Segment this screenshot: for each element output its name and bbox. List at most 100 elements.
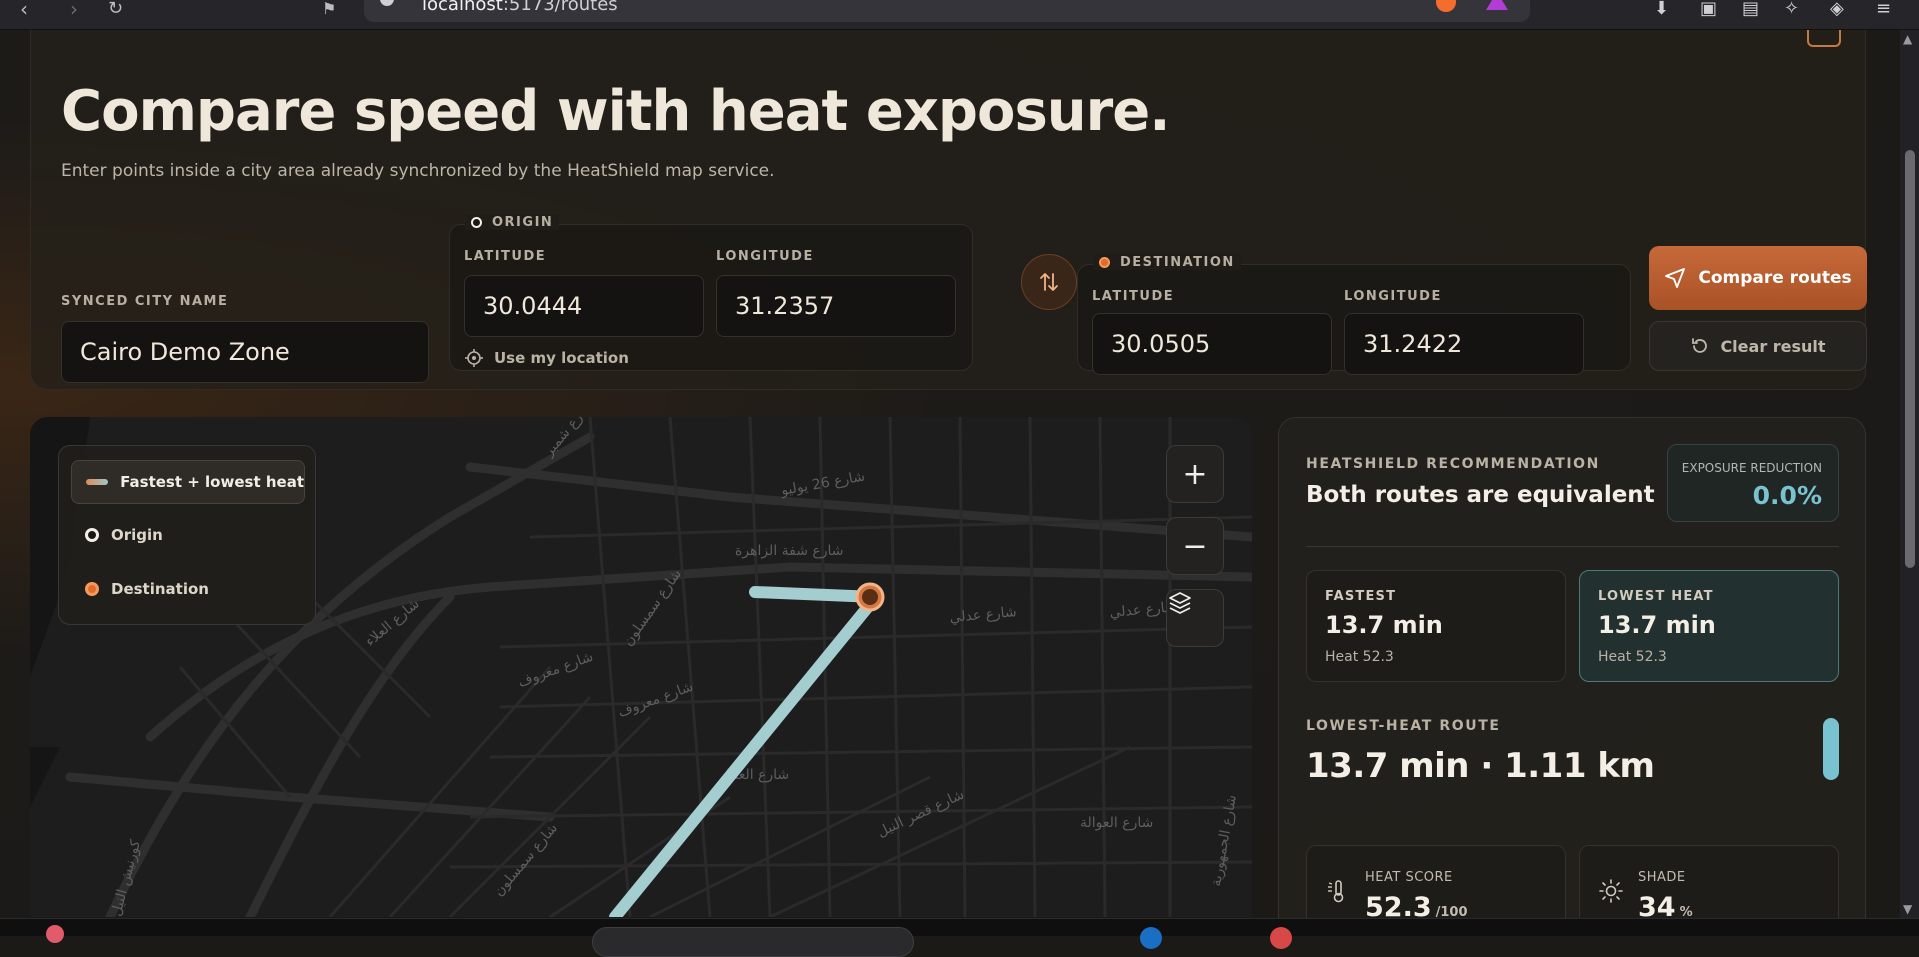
- minus-icon: −: [1182, 528, 1208, 564]
- origin-dot-icon: [471, 217, 482, 228]
- rewards-icon[interactable]: [1486, 0, 1508, 10]
- origin-lon-label: LONGITUDE: [716, 249, 814, 264]
- origin-lon-input[interactable]: 31.2357: [716, 275, 956, 337]
- taskbar-app-icon[interactable]: [1270, 927, 1292, 949]
- extensions-icon[interactable]: ✧: [1784, 0, 1799, 19]
- scroll-thumb[interactable]: [1905, 150, 1915, 568]
- dest-lat-label: LATITUDE: [1092, 289, 1175, 304]
- legend-origin-row: Origin: [85, 526, 163, 544]
- reduction-label: EXPOSURE REDUCTION: [1681, 461, 1822, 475]
- fastest-heat: Heat 52.3: [1325, 649, 1394, 665]
- swap-vertical-icon: [1040, 273, 1058, 291]
- lowest-heat-score: Heat 52.3: [1598, 649, 1667, 665]
- scroll-down-icon[interactable]: ▼: [1903, 902, 1912, 916]
- menu-icon[interactable]: ≡: [1876, 0, 1891, 19]
- clear-result-button[interactable]: Clear result: [1649, 321, 1867, 371]
- route-color-indicator: [1823, 718, 1839, 780]
- legend-destination-label: Destination: [111, 580, 209, 598]
- wallet-icon[interactable]: ▤: [1742, 0, 1759, 19]
- weather-badge-icon[interactable]: [46, 925, 64, 943]
- site-info-icon[interactable]: [380, 0, 394, 6]
- origin-lat-label: LATITUDE: [464, 249, 547, 264]
- page-scrollbar[interactable]: ▲ ▼: [1900, 30, 1919, 918]
- city-label: SYNCED CITY NAME: [61, 294, 229, 309]
- fastest-value: 13.7 min: [1325, 611, 1443, 639]
- sun-icon: [1599, 879, 1623, 903]
- panel-kicker: HEATSHIELD RECOMMENDATION: [1306, 456, 1600, 472]
- vpn-icon[interactable]: ◈: [1830, 0, 1844, 19]
- destination-group: LATITUDE 30.0505 LONGITUDE 31.2422: [1077, 264, 1631, 375]
- route-map[interactable]: شارع 26 يوليو شارع شفة الزاهرة شارع سمسل…: [30, 417, 1252, 917]
- forward-icon[interactable]: ›: [70, 0, 78, 19]
- shade-label: SHADE: [1638, 870, 1686, 885]
- clear-result-label: Clear result: [1720, 336, 1826, 356]
- dest-lon-label: LONGITUDE: [1344, 289, 1442, 304]
- taskbar-app-icon[interactable]: [1140, 927, 1162, 949]
- use-location-label: Use my location: [494, 349, 629, 367]
- origin-title: ORIGIN: [465, 215, 560, 230]
- scroll-up-icon[interactable]: ▲: [1903, 32, 1912, 46]
- panel-divider: [1306, 546, 1839, 547]
- map-legend: Fastest + lowest heat Origin Destination: [58, 445, 316, 625]
- fastest-route-card[interactable]: FASTEST 13.7 min Heat 52.3: [1306, 570, 1566, 682]
- bookmark-icon[interactable]: ⚑: [322, 0, 336, 18]
- profile-corner-button[interactable]: [1807, 30, 1841, 47]
- use-location-button[interactable]: Use my location: [464, 348, 629, 368]
- layers-button[interactable]: [1166, 589, 1224, 647]
- legend-destination-row: Destination: [85, 580, 209, 598]
- destination-marker-core: [862, 589, 878, 605]
- page-title: Compare speed with heat exposure.: [61, 79, 1171, 144]
- heat-score-value: 52.3/100: [1365, 892, 1468, 918]
- legend-origin-label: Origin: [111, 526, 163, 544]
- dest-lat-input[interactable]: 30.0505: [1092, 313, 1332, 375]
- shade-value: 34%: [1638, 892, 1693, 918]
- url-text: localhost:5173/routes: [422, 0, 618, 15]
- heat-score-label: HEAT SCORE: [1365, 870, 1453, 885]
- legend-route-chip[interactable]: Fastest + lowest heat: [71, 460, 305, 504]
- lowest-heat-route-card[interactable]: LOWEST HEAT 13.7 min Heat 52.3: [1579, 570, 1839, 682]
- shade-number: 34: [1638, 892, 1676, 918]
- route-form-card: Compare speed with heat exposure. Enter …: [30, 30, 1867, 390]
- address-bar[interactable]: localhost:5173/routes: [364, 0, 1530, 22]
- layers-icon: [1169, 592, 1191, 614]
- page-subtitle: Enter points inside a city area already …: [61, 161, 775, 181]
- taskbar-search[interactable]: [592, 927, 914, 957]
- destination-title-label: DESTINATION: [1120, 255, 1235, 270]
- route-summary-value: 13.7 min · 1.11 km: [1306, 746, 1655, 786]
- dest-lon-input[interactable]: 31.2422: [1344, 313, 1584, 375]
- sidebar-icon[interactable]: ▣: [1700, 0, 1717, 19]
- zoom-out-button[interactable]: −: [1166, 517, 1224, 575]
- city-input[interactable]: Cairo Demo Zone: [61, 321, 429, 383]
- reload-icon[interactable]: ↻: [108, 0, 123, 18]
- reduction-value: 0.0%: [1752, 481, 1822, 510]
- recommendation-panel: HEATSHIELD RECOMMENDATION Both routes ar…: [1278, 417, 1866, 918]
- back-icon[interactable]: ‹: [20, 0, 28, 19]
- origin-lat-input[interactable]: 30.0444: [464, 275, 704, 337]
- navigation-arrow-icon: [1665, 268, 1686, 288]
- download-icon[interactable]: ⬇: [1654, 0, 1669, 19]
- compare-routes-button[interactable]: Compare routes: [1649, 246, 1867, 310]
- shade-unit: %: [1679, 905, 1693, 918]
- heat-score-unit: /100: [1435, 905, 1468, 918]
- os-taskbar: [0, 918, 1919, 957]
- shade-card: SHADE 34%: [1579, 845, 1839, 918]
- street-label: شارع العوالة: [1080, 815, 1153, 831]
- page-content: Compare speed with heat exposure. Enter …: [0, 30, 1900, 918]
- plus-icon: +: [1182, 456, 1208, 492]
- destination-title: DESTINATION: [1093, 255, 1241, 270]
- brave-shield-icon[interactable]: [1436, 0, 1456, 12]
- swap-button[interactable]: [1021, 254, 1077, 310]
- origin-title-label: ORIGIN: [492, 215, 554, 230]
- browser-toolbar: ‹ › ↻ ⚑ localhost:5173/routes ⬇ ▣ ▤ ✧ ◈ …: [0, 0, 1919, 30]
- zoom-in-button[interactable]: +: [1166, 445, 1224, 503]
- crosshair-icon: [465, 349, 483, 367]
- heat-score-card: HEAT SCORE 52.3/100: [1306, 845, 1566, 918]
- street-label: شارع شفة الزاهرة: [735, 543, 844, 559]
- heat-score-number: 52.3: [1365, 892, 1432, 918]
- exposure-reduction-card: EXPOSURE REDUCTION 0.0%: [1667, 444, 1839, 522]
- lowest-heat-value: 13.7 min: [1598, 611, 1716, 639]
- thermometer-icon: [1328, 880, 1344, 903]
- lowest-heat-label: LOWEST HEAT: [1598, 589, 1714, 604]
- fastest-label: FASTEST: [1325, 589, 1397, 604]
- origin-group: LATITUDE 30.0444 LONGITUDE 31.2357 Use m…: [449, 224, 973, 371]
